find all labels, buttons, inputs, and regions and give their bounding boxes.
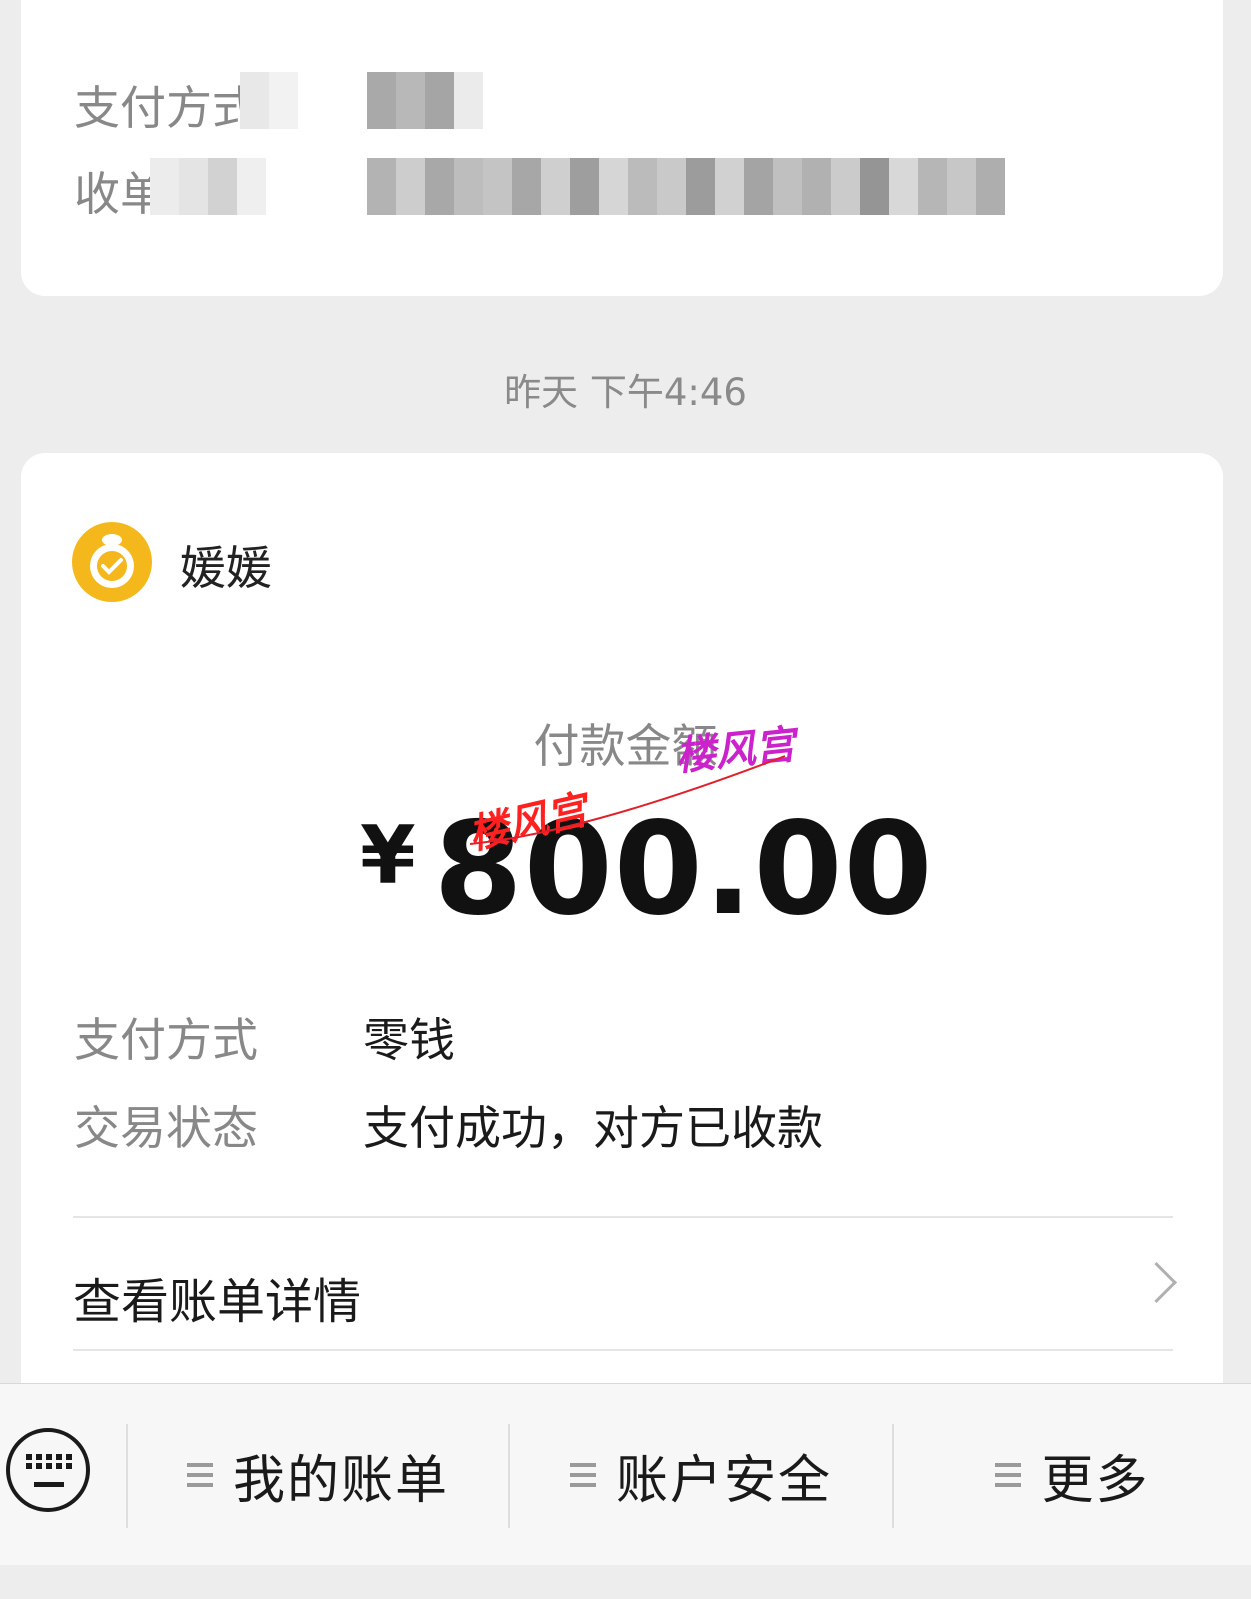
- watermark-underline: [469, 755, 786, 845]
- transaction-status-value: 支付成功，对方已收款: [363, 1101, 823, 1155]
- payment-method-label: 支付方式: [74, 81, 244, 135]
- payment-method-value: 零钱: [363, 1013, 455, 1067]
- bottom-menu-bar: 我的账单 账户安全 更多: [0, 1383, 1251, 1566]
- blurred-acquirer-value: [367, 158, 1005, 215]
- menu-item-more[interactable]: 更多: [894, 1384, 1251, 1566]
- menu-item-my-bills[interactable]: 我的账单: [128, 1384, 508, 1566]
- menu-item-label: 更多: [1041, 1450, 1150, 1511]
- blurred-label-tail: [240, 72, 298, 129]
- acquirer-label: 收单机构: [74, 167, 154, 221]
- divider: [73, 1216, 1173, 1218]
- keyboard-icon[interactable]: [6, 1428, 90, 1512]
- blurred-payment-method-value: [367, 72, 483, 129]
- blurred-acquirer-label-tail: [150, 158, 266, 215]
- currency-symbol: ¥: [360, 809, 416, 902]
- menu-item-label: 账户安全: [615, 1450, 832, 1511]
- view-bill-details-link[interactable]: 查看账单详情: [73, 1262, 361, 1332]
- merchant-name: 媛媛: [180, 541, 272, 595]
- message-timestamp: 昨天 下午4:46: [504, 371, 747, 414]
- transaction-status-label: 交易状态: [74, 1101, 258, 1155]
- menu-item-account-security[interactable]: 账户安全: [510, 1384, 892, 1566]
- merchant-avatar-icon[interactable]: [72, 522, 152, 602]
- menu-lines-icon: [995, 1463, 1022, 1487]
- payment-method-label: 支付方式: [74, 1013, 258, 1067]
- previous-payment-card: [21, 0, 1223, 296]
- menu-item-label: 我的账单: [232, 1450, 449, 1511]
- menu-lines-icon: [569, 1463, 596, 1487]
- menu-lines-icon: [186, 1463, 213, 1487]
- bottom-strip: [0, 1565, 1251, 1599]
- divider: [73, 1349, 1173, 1351]
